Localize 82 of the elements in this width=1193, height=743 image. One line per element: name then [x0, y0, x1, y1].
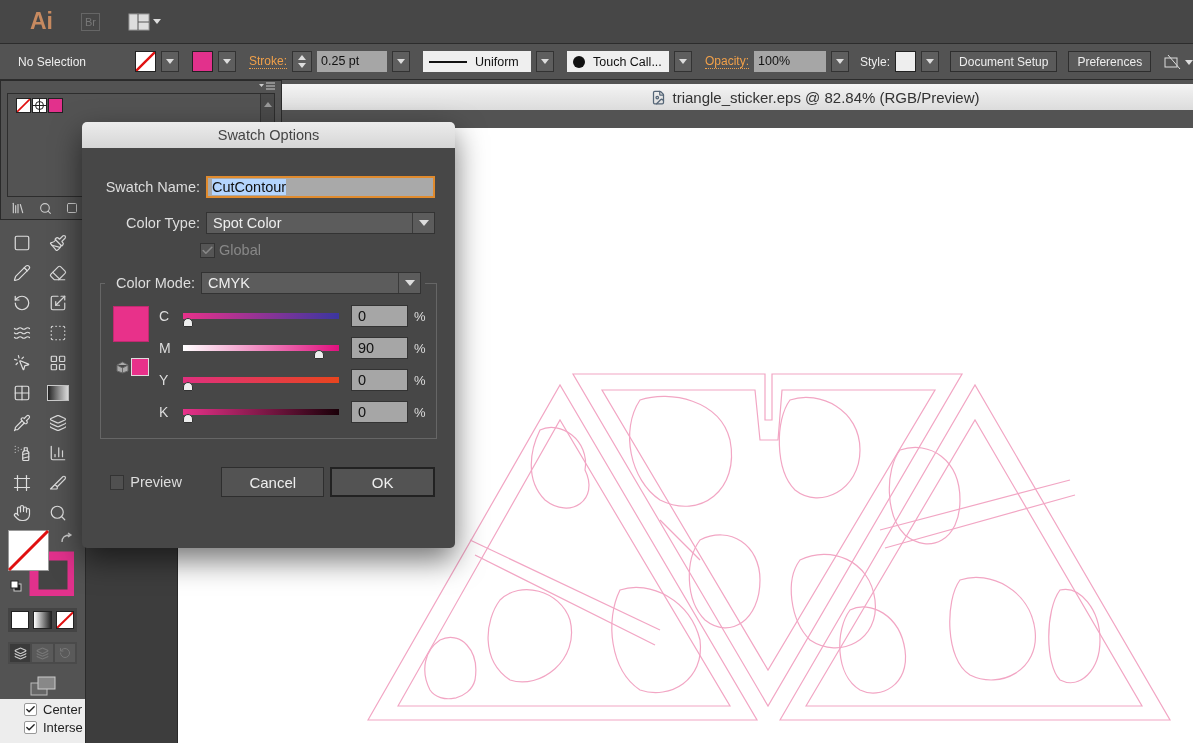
slider-thumb[interactable] — [183, 382, 193, 391]
search-icon[interactable] — [39, 201, 52, 215]
caret-button[interactable] — [536, 51, 554, 72]
spot-color-swatch[interactable] — [48, 98, 63, 113]
field-label: Color Mode: — [115, 275, 195, 291]
style-label: Style: — [860, 54, 891, 69]
caret-button[interactable] — [921, 51, 940, 72]
document-title: triangle_sticker.eps @ 82.84% (RGB/Preview) — [672, 88, 980, 106]
app-logo: Ai — [30, 8, 53, 35]
arrow-button[interactable] — [831, 51, 850, 72]
screen-mode-button[interactable] — [29, 676, 56, 696]
default-colors-icon[interactable] — [10, 578, 22, 590]
toolbar-button[interactable]: Preferences — [1068, 51, 1152, 72]
selection-status: No Selection — [18, 54, 88, 69]
channel-label: M — [159, 340, 172, 356]
slider-thumb[interactable] — [183, 318, 193, 327]
document-icon — [651, 89, 667, 105]
workspace-layout-icon[interactable] — [128, 12, 162, 31]
caret-button[interactable] — [674, 51, 692, 72]
caret-button[interactable] — [392, 51, 410, 72]
opacity-field[interactable]: 100% — [754, 51, 827, 72]
stroke-label[interactable]: Stroke: — [249, 54, 287, 69]
preview-checkbox[interactable] — [110, 474, 125, 490]
checkbox[interactable] — [24, 721, 37, 734]
percent-unit: % — [414, 308, 426, 324]
checkbox-label: Center — [43, 702, 83, 717]
swatch-name-field[interactable]: CutContour — [206, 176, 435, 198]
square-icon[interactable] — [66, 202, 78, 214]
channel-label: Y — [159, 372, 170, 388]
style-swatch[interactable] — [895, 51, 917, 72]
checkbox-label: Global — [219, 242, 261, 258]
registration-swatch[interactable] — [32, 98, 47, 113]
stroke-swatch[interactable] — [192, 51, 213, 72]
none-mode-button[interactable] — [55, 611, 74, 629]
dot-icon — [573, 55, 585, 68]
circle-arrow-icon — [58, 647, 71, 659]
field-label: Color Type: — [125, 215, 200, 231]
percent-unit: % — [414, 340, 426, 356]
opacity-label[interactable]: Opacity: — [705, 54, 750, 69]
stepper-button[interactable] — [292, 51, 312, 72]
caret-button[interactable] — [161, 51, 179, 72]
draw-normal-button[interactable] — [10, 644, 31, 662]
stroke-profile-select[interactable]: Uniform — [423, 51, 531, 72]
percent-unit: % — [414, 372, 426, 388]
dialog-button[interactable]: OK — [330, 467, 435, 497]
down-arrow-icon — [298, 62, 306, 68]
line-icon — [429, 59, 467, 64]
field-label: Swatch Name: — [104, 179, 200, 195]
channel-label: K — [159, 404, 170, 420]
library-icon[interactable] — [11, 201, 25, 215]
spot-swatch — [131, 358, 149, 376]
checkbox-label: Preview — [130, 474, 183, 490]
toolbar-button[interactable]: Document Setup — [950, 51, 1058, 72]
cube-icon — [116, 360, 129, 374]
up-arrow-icon — [298, 55, 306, 61]
brush-select[interactable]: Touch Call... — [567, 51, 669, 72]
channel-value-field[interactable]: 0 — [351, 401, 408, 423]
layers-icon — [13, 646, 27, 660]
color-mode-button[interactable] — [11, 611, 30, 629]
percent-unit: % — [414, 404, 426, 420]
fill-stroke-swatches-icon[interactable] — [8, 530, 74, 596]
slider-thumb[interactable] — [314, 350, 325, 359]
stroke-weight-field[interactable]: 0.25 pt — [317, 51, 387, 72]
color-preview-swatch — [113, 306, 149, 342]
none-swatch[interactable] — [16, 98, 31, 113]
gradient-mode-button[interactable] — [33, 611, 52, 629]
panel-menu-icon[interactable] — [259, 81, 275, 91]
color-type-select[interactable]: Spot Color — [206, 212, 435, 234]
dialog-button[interactable]: Cancel — [221, 467, 325, 497]
caret-button[interactable] — [218, 51, 236, 72]
channel-value-field[interactable]: 0 — [351, 369, 408, 391]
channel-value-field[interactable]: 0 — [351, 305, 408, 327]
color-mode-select[interactable]: CMYK — [201, 272, 421, 294]
layers-icon — [36, 646, 49, 660]
checkbox-label: Interse — [43, 720, 83, 735]
dialog-title: Swatch Options — [82, 122, 455, 148]
fill-swatch[interactable] — [135, 51, 156, 72]
slider-thumb[interactable] — [183, 414, 193, 423]
arrange-icon[interactable] — [1164, 53, 1193, 70]
channel-label: C — [159, 308, 171, 324]
checkbox[interactable] — [24, 703, 37, 716]
channel-value-field[interactable]: 90 — [351, 337, 408, 359]
